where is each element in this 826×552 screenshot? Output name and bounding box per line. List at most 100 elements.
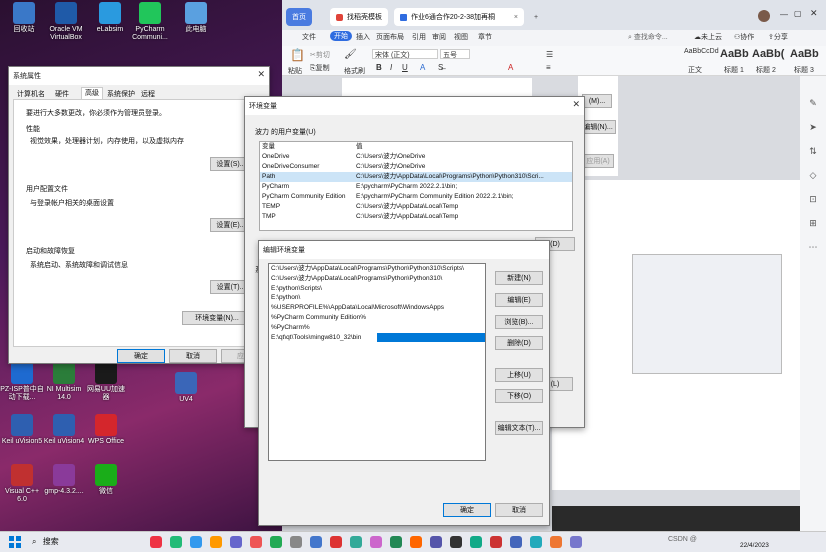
table-row[interactable]: TMP C:\Users\波力\AppData\Local\Temp — [260, 212, 572, 222]
taskbar-app-icon[interactable] — [270, 536, 282, 548]
taskbar-app-icon[interactable] — [470, 536, 482, 548]
paste-icon[interactable]: 📋 — [290, 48, 305, 62]
desktop-icon[interactable]: WPS Office — [84, 414, 128, 446]
desktop-icon[interactable]: gmp-4.3.2.... — [42, 464, 86, 496]
taskbar-app-icon[interactable] — [490, 536, 502, 548]
start-icon[interactable] — [8, 535, 22, 549]
menu-item[interactable]: 引用 — [412, 32, 426, 42]
taskbar-app-icon[interactable] — [330, 536, 342, 548]
close-icon[interactable]: ✕ — [257, 69, 265, 80]
taskbar-search[interactable]: ⌕ 搜索 — [32, 536, 59, 547]
table-row[interactable]: TEMP C:\Users\波力\AppData\Local\Temp — [260, 202, 572, 212]
copy-button[interactable]: ⎘复制 — [310, 63, 330, 73]
taskbar-app-icon[interactable] — [530, 536, 542, 548]
taskbar-app-icon[interactable] — [310, 536, 322, 548]
cloud-status[interactable]: ☁未上云 — [694, 32, 722, 42]
new-path-button[interactable]: 新建(N) — [495, 271, 543, 285]
list-item[interactable]: C:\Users\波力\AppData\Local\Programs\Pytho… — [269, 274, 485, 284]
desktop-icon[interactable]: 回收站 — [2, 2, 46, 34]
format-painter-icon[interactable]: 🖌 — [344, 49, 357, 60]
table-row[interactable]: PyCharm Community Edition E:\pycharm\PyCh… — [260, 192, 572, 202]
taskbar-app-icon[interactable] — [430, 536, 442, 548]
font-size-select[interactable]: 五号 — [440, 49, 470, 59]
list-item[interactable]: %USERPROFILE%\AppData\Local\Microsoft\Wi… — [269, 303, 485, 313]
font-color-icon[interactable]: A — [420, 63, 425, 72]
desktop-icon[interactable]: NI Multisim 14.0 — [42, 362, 86, 402]
behind-edit-button[interactable]: 编辑(N)... — [580, 120, 616, 134]
shape-icon[interactable]: ◇ — [808, 170, 818, 180]
move-down-button[interactable]: 下移(O) — [495, 389, 543, 403]
style-preview[interactable]: AaBb — [720, 48, 749, 60]
menu-item[interactable]: 开始 — [330, 31, 352, 41]
edit-icon[interactable]: ✎ — [808, 98, 818, 108]
taskbar-app-icon[interactable] — [410, 536, 422, 548]
more-icon[interactable]: ⋯ — [808, 242, 818, 252]
align-icon[interactable]: ≡ — [546, 63, 551, 72]
ok-button[interactable]: 确定 — [443, 503, 491, 517]
desktop-icon[interactable]: Keil uVision5 — [0, 414, 44, 446]
table-row[interactable]: Path C:\Users\波力\AppData\Local\Programs\P… — [260, 172, 572, 182]
tab-docer-template[interactable]: 找稻壳模板 — [330, 8, 388, 26]
taskbar-app-icon[interactable] — [390, 536, 402, 548]
desktop-icon[interactable]: UV4 — [164, 372, 208, 404]
taskbar-app-icon[interactable] — [570, 536, 582, 548]
crop-icon[interactable]: ⊡ — [808, 194, 818, 204]
grid-icon[interactable]: ⊞ — [808, 218, 818, 228]
delete-path-button[interactable]: 删除(D) — [495, 336, 543, 350]
text-color-icon[interactable]: A — [508, 63, 513, 72]
taskbar-app-icon[interactable] — [190, 536, 202, 548]
sysprops-tab[interactable]: 硬件 — [55, 89, 69, 99]
taskbar-app-icon[interactable] — [230, 536, 242, 548]
menu-item[interactable]: 页面布局 — [376, 32, 404, 42]
sysprops-tab[interactable]: 系统保护 — [107, 89, 135, 99]
table-row[interactable]: PyCharm E:\pycharm\PyCharm 2022.2.1\bin; — [260, 182, 572, 192]
list-item[interactable]: E:\qt\qt\Tools\mingw810_32\bin — [269, 332, 485, 343]
desktop-icon[interactable]: PZ-ISP普中自动下载... — [0, 362, 44, 402]
list-item[interactable]: E:\python\ — [269, 293, 485, 303]
desktop-icon[interactable]: Visual C++ 6.0 — [0, 464, 44, 504]
style-preview[interactable]: AaBbCcDd — [684, 48, 719, 55]
close-icon[interactable]: ✕ — [572, 99, 580, 110]
share-button[interactable]: ⇪分享 — [768, 32, 788, 42]
taskbar-app-icon[interactable] — [210, 536, 222, 548]
list-item[interactable]: %PyCharm Community Edition% — [269, 313, 485, 323]
desktop-icon[interactable]: eLabsim — [88, 2, 132, 34]
cancel-button[interactable]: 取消 — [495, 503, 543, 517]
font-family-select[interactable]: 宋体 (正文) — [372, 49, 438, 59]
desktop-icon[interactable]: 网易UU加速器 — [84, 362, 128, 402]
taskbar-app-icon[interactable] — [450, 536, 462, 548]
tab-home[interactable]: 首页 — [286, 8, 312, 26]
search-command[interactable]: ⌕ 查找命令... — [628, 32, 668, 42]
edit-text-button[interactable]: 编辑文本(T)... — [495, 421, 543, 435]
behind-apply-button[interactable]: 应用(A) — [582, 154, 614, 168]
list-item[interactable]: E:\python\Scripts\ — [269, 284, 485, 294]
browse-button[interactable]: 浏览(B)... — [495, 315, 543, 329]
table-row[interactable]: OneDriveConsumer C:\Users\波力\OneDrive — [260, 162, 572, 172]
desktop-icon[interactable]: PyCharm Communi... — [128, 2, 172, 42]
style-preview[interactable]: AaBb( — [752, 48, 784, 60]
style-preview[interactable]: AaBb — [790, 48, 819, 60]
menu-item[interactable]: 视图 — [454, 32, 468, 42]
adjust-icon[interactable]: ⇅ — [808, 146, 818, 156]
edit-path-button[interactable]: 编辑(E) — [495, 293, 543, 307]
taskbar-app-icon[interactable] — [170, 536, 182, 548]
paste-button[interactable]: 粘贴 — [288, 66, 302, 76]
ok-button[interactable]: 确定 — [117, 349, 165, 363]
taskbar-app-icon[interactable] — [290, 536, 302, 548]
sysprops-tab[interactable]: 计算机名 — [17, 89, 45, 99]
taskbar-app-icon[interactable] — [370, 536, 382, 548]
avatar[interactable] — [758, 10, 770, 22]
desktop-icon[interactable]: 微信 — [84, 464, 128, 496]
underline-icon[interactable]: U — [402, 63, 408, 72]
close-window-icon[interactable]: ✕ — [810, 8, 818, 19]
desktop-icon[interactable]: Oracle VM VirtualBox — [44, 2, 88, 42]
menu-item[interactable]: 章节 — [478, 32, 492, 42]
sysprops-tab[interactable]: 远程 — [141, 89, 155, 99]
menu-item[interactable]: 插入 — [356, 32, 370, 42]
collaborate-button[interactable]: ⚇协作 — [734, 32, 754, 42]
table-row[interactable]: OneDrive C:\Users\波力\OneDrive — [260, 152, 572, 162]
strikethrough-icon[interactable]: S̶ — [438, 63, 443, 72]
italic-icon[interactable]: I — [390, 63, 392, 72]
maximize-icon[interactable]: ▢ — [794, 9, 802, 18]
behind-button-m[interactable]: (M)... — [582, 94, 612, 108]
